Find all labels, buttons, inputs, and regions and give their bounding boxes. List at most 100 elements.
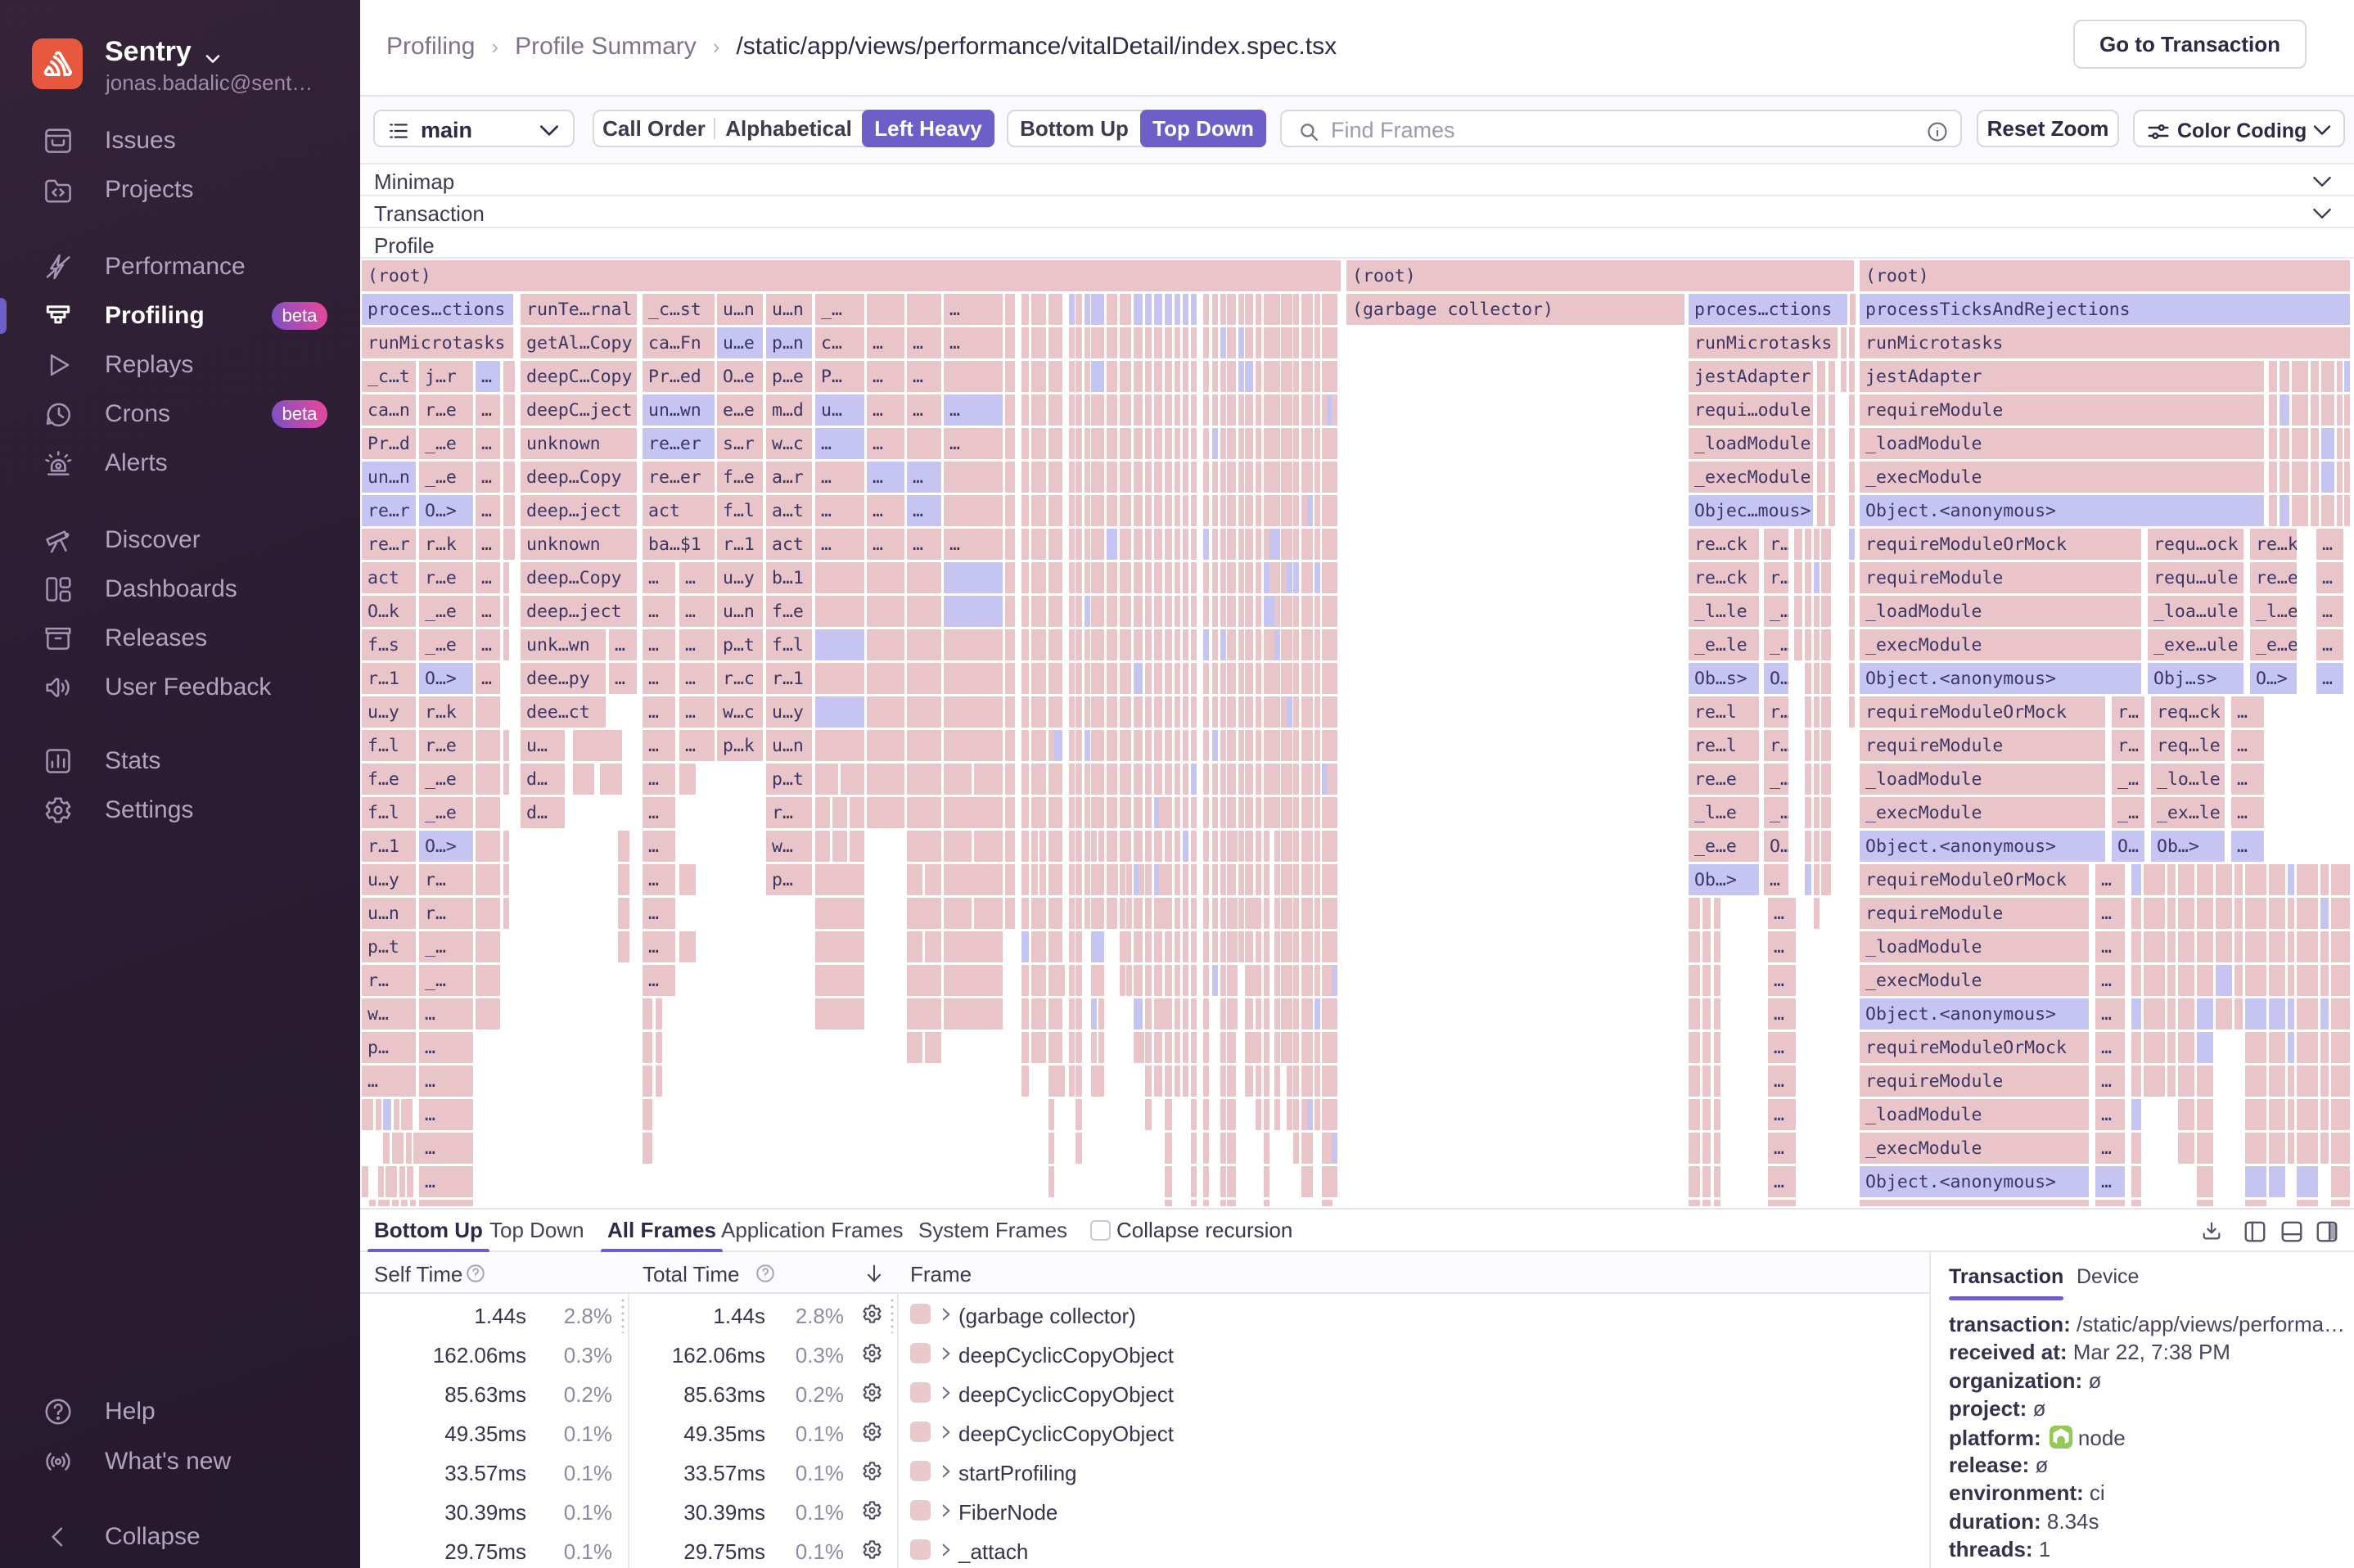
flame-frame[interactable]: [907, 965, 941, 996]
flame-frame[interactable]: [1069, 898, 1075, 929]
flame-frame[interactable]: [1689, 1166, 1700, 1197]
flame-frame[interactable]: [1293, 898, 1299, 929]
flame-frame[interactable]: [1332, 1066, 1337, 1097]
flame-frame[interactable]: [1212, 931, 1218, 962]
flame-frame[interactable]: [944, 931, 1003, 962]
flame-frame[interactable]: [867, 696, 904, 728]
flame-frame-ar[interactable]: a…r: [766, 462, 812, 493]
flame-frame-rer[interactable]: re…r: [362, 495, 416, 526]
flame-frame-unwn[interactable]: un…wn: [643, 394, 715, 426]
flame-frame[interactable]: [1165, 495, 1172, 526]
flame-frame[interactable]: [1175, 764, 1180, 795]
flame-frame[interactable]: [1281, 596, 1287, 627]
flame-frame[interactable]: [2131, 1032, 2141, 1063]
flame-frame[interactable]: [2245, 1166, 2266, 1197]
tab-top-down[interactable]: Top Down: [489, 1218, 584, 1243]
flame-frame-O>[interactable]: O…>: [2250, 663, 2297, 694]
flame-frame-[interactable]: …: [907, 361, 941, 392]
flame-frame[interactable]: [2197, 931, 2213, 962]
gear-icon[interactable]: [861, 1539, 883, 1561]
flame-frame-uy[interactable]: u…y: [717, 562, 763, 593]
flame-frame-[interactable]: …: [419, 998, 473, 1030]
flame-frame[interactable]: [1031, 428, 1046, 459]
flame-frame[interactable]: [944, 562, 1003, 593]
flame-frame[interactable]: [1849, 394, 1855, 426]
flame-frame-[interactable]: …: [944, 394, 1003, 426]
flame-frame[interactable]: [1301, 394, 1307, 426]
flame-frame-fl[interactable]: f…l: [717, 495, 763, 526]
flame-frame[interactable]: [1145, 361, 1152, 392]
flame-frame[interactable]: [1238, 428, 1244, 459]
flame-frame[interactable]: [1256, 596, 1261, 627]
flame-frame-_[interactable]: _…: [419, 931, 473, 962]
gear-icon[interactable]: [861, 1381, 883, 1404]
flame-frame[interactable]: [1287, 1032, 1292, 1063]
flame-frame[interactable]: [815, 797, 830, 828]
flame-frame[interactable]: [509, 495, 515, 526]
flame-frame[interactable]: [1054, 428, 1062, 459]
flame-frame[interactable]: [841, 764, 864, 795]
flame-frame-r[interactable]: r…: [419, 864, 473, 895]
flame-frame-[interactable]: …: [679, 596, 715, 627]
flame-frame[interactable]: [907, 797, 941, 828]
tab-bottom-up[interactable]: Bottom Up: [368, 1218, 489, 1253]
flame-frame-d[interactable]: d…: [521, 764, 565, 795]
flame-frame-uy[interactable]: u…y: [766, 696, 812, 728]
flame-frame[interactable]: [1315, 1099, 1320, 1130]
flame-frame[interactable]: [1085, 596, 1090, 627]
flame-frame[interactable]: [1332, 1099, 1337, 1130]
flame-frame-[interactable]: …: [1764, 864, 1788, 895]
flame-frame[interactable]: [1154, 1032, 1162, 1063]
flame-frame[interactable]: [401, 1200, 408, 1206]
flame-frame[interactable]: [1332, 629, 1337, 660]
flame-frame[interactable]: [2280, 361, 2289, 392]
flame-frame[interactable]: [1191, 1032, 1197, 1063]
flame-frame[interactable]: [1154, 361, 1162, 392]
flame-frame[interactable]: [1175, 864, 1180, 895]
flame-frame[interactable]: [2178, 965, 2194, 996]
flame-frame[interactable]: [1134, 931, 1143, 962]
flame-frame[interactable]: [1048, 965, 1054, 996]
flame-frame[interactable]: [1048, 730, 1054, 761]
flame-frame[interactable]: [2144, 1032, 2165, 1063]
layout-right-icon[interactable]: [2315, 1219, 2339, 1244]
flame-frame[interactable]: [815, 831, 830, 862]
flame-frame[interactable]: [1245, 596, 1253, 627]
flame-frame[interactable]: [1054, 898, 1062, 929]
flame-frame[interactable]: [1220, 1166, 1226, 1197]
flame-frame[interactable]: [1154, 764, 1162, 795]
flame-frame[interactable]: [1048, 294, 1054, 325]
flame-frame[interactable]: [1220, 965, 1226, 996]
flame-frame-[interactable]: …: [2231, 696, 2264, 728]
flame-frame[interactable]: [1829, 394, 1835, 426]
flame-frame[interactable]: [1274, 1066, 1280, 1097]
flame-frame[interactable]: [1048, 428, 1054, 459]
flame-frame[interactable]: [1256, 1099, 1261, 1130]
flame-frame[interactable]: [1145, 898, 1152, 929]
flame-frame[interactable]: [1175, 361, 1180, 392]
flame-frame[interactable]: [1069, 596, 1075, 627]
flame-frame[interactable]: [1005, 696, 1015, 728]
flame-frame[interactable]: [1293, 462, 1299, 493]
flame-frame[interactable]: [1805, 663, 1811, 694]
flame-frame-O>[interactable]: O…>: [419, 831, 473, 862]
flame-frame-act[interactable]: act: [362, 562, 416, 593]
flame-frame[interactable]: [1245, 394, 1253, 426]
flame-frame[interactable]: [1191, 696, 1197, 728]
flame-frame[interactable]: [1245, 495, 1253, 526]
flame-frame[interactable]: [476, 797, 500, 828]
flame-frame[interactable]: [1332, 797, 1337, 828]
flame-frame-[interactable]: …: [2095, 965, 2125, 996]
flame-frame-[interactable]: …: [643, 596, 675, 627]
flame-frame[interactable]: [1191, 361, 1197, 392]
flame-frame-p[interactable]: p…: [362, 1032, 416, 1063]
flame-frame[interactable]: [1220, 428, 1226, 459]
flame-frame[interactable]: [867, 562, 904, 593]
flame-frame-(root)[interactable]: (root): [1860, 260, 2350, 291]
flame-frame[interactable]: [1021, 562, 1029, 593]
flame-frame[interactable]: [1220, 1066, 1226, 1097]
flame-frame[interactable]: [1238, 764, 1244, 795]
flame-frame[interactable]: [1069, 998, 1075, 1030]
flame-frame[interactable]: [1054, 931, 1062, 962]
flame-frame[interactable]: [1005, 797, 1015, 828]
